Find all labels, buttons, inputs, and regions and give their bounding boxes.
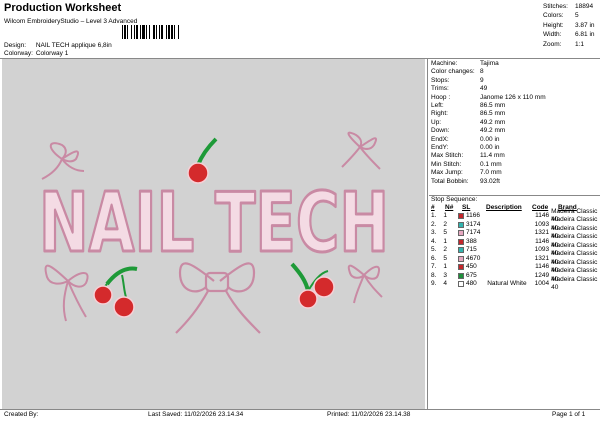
page-title: Production Worksheet (4, 2, 122, 14)
barcode-bar (122, 25, 123, 39)
design-lettering: NAIL TECH (39, 176, 389, 271)
barcode-bar (171, 25, 173, 39)
stat-row: Zoom: 1:1 (543, 40, 585, 48)
property-row: EndY: 0.00 in (431, 144, 500, 152)
bow-center-icon (175, 262, 261, 334)
column-header: SL (462, 204, 471, 211)
bow-top-right-icon (341, 131, 381, 170)
stat-row: Width: 6.81 in (543, 31, 595, 39)
color-swatch (458, 281, 464, 288)
design-label: Design: (4, 42, 27, 49)
barcode-image (122, 25, 179, 39)
last-saved: Last Saved: 11/02/2026 23.14.34 (148, 411, 244, 418)
design-stats: Stitches: 18894 Colors: 5 Height: 3.87 in W… (543, 2, 595, 49)
barcode-bar (153, 25, 155, 39)
property-row: Max Jump: 7.0 mm (431, 169, 502, 177)
property-row: Left: 86.5 mm (431, 102, 506, 110)
property-row: Total Bobbin: 93.02ft (431, 177, 500, 185)
barcode-bar (156, 25, 157, 39)
software-subtitle: Wilcom EmbroideryStudio – Level 3 Advanc… (4, 18, 138, 25)
column-header: N# (445, 204, 454, 211)
bow-top-left-icon (41, 142, 85, 180)
property-row: Min Stitch: 0.1 mm (431, 160, 502, 168)
table-row: 9. 4 480 Natural White 1004 Madeira Classic 4… (431, 275, 598, 292)
barcode-bar (161, 25, 163, 39)
color-swatch (458, 238, 464, 245)
design-value: NAIL TECH applique 6,8in (35, 42, 112, 49)
stop-sequence-table: 1. 1 1166 1146 Madeira Classic 40 2. 2 3174 109… (431, 208, 600, 292)
bow-left-icon (44, 264, 89, 322)
property-row: Max Stitch: 11.4 mm (431, 152, 505, 160)
barcode-bar (140, 25, 141, 39)
property-row: Up: 49.2 mm (431, 118, 506, 126)
colorway-value: Colorway 1 (35, 50, 69, 57)
stat-row: Stitches: 18894 (543, 3, 594, 10)
divider (427, 59, 428, 409)
color-swatch (458, 221, 464, 228)
column-header: Description (486, 204, 522, 211)
barcode-bar (174, 25, 175, 39)
column-header: # (431, 204, 435, 211)
barcode-bar (124, 25, 126, 39)
colorway-label: Colorway: (4, 50, 33, 57)
embroidery-artwork: NAIL TECH (38, 131, 391, 334)
color-swatch (458, 213, 464, 220)
stat-row: Colors: 5 (543, 12, 579, 20)
divider (0, 409, 600, 410)
property-row: EndX: 0.00 in (431, 135, 500, 143)
cherries-left-icon (93, 266, 138, 318)
property-row: Right: 86.5 mm (431, 110, 506, 118)
bow-right-icon (347, 264, 383, 304)
barcode-bar (131, 25, 132, 39)
design-row: Design: NAIL TECH applique 6,8in (4, 42, 112, 49)
barcode-bar (142, 25, 145, 39)
barcode-bar (127, 25, 128, 39)
color-swatch (458, 230, 464, 237)
property-row: Hoop : Janome 126 x 110 mm (431, 93, 546, 101)
barcode-bar (166, 25, 167, 39)
machine-properties: Machine: Tajima Color changes: 8 Stops: 9 T… (431, 60, 546, 186)
barcode-bar (159, 25, 160, 39)
barcode-bar (149, 25, 150, 39)
stat-row: Height: 3.87 in (543, 21, 595, 29)
barcode-bar (136, 25, 138, 39)
barcode-bar (178, 25, 179, 39)
barcode-bar (168, 25, 170, 39)
property-row: Down: 49.2 mm (431, 127, 506, 135)
colorway-row: Colorway: Colorway 1 (4, 50, 68, 57)
barcode-bar (134, 25, 135, 39)
created-by: Created By: (4, 411, 39, 418)
barcode-bar (146, 25, 147, 39)
property-row: Machine: Tajima (431, 60, 499, 67)
color-swatch (458, 247, 464, 254)
property-row: Stops: 9 (431, 76, 484, 84)
design-preview: NAIL TECH (2, 59, 425, 409)
color-swatch (458, 264, 464, 271)
stop-sequence-label: Stop Sequence: (431, 196, 478, 203)
property-row: Color changes: 8 (431, 68, 484, 76)
page-number: Page 1 of 1 (552, 411, 586, 418)
color-swatch (458, 272, 464, 279)
property-row: Trims: 49 (431, 85, 488, 93)
color-swatch (458, 255, 464, 262)
printed-date: Printed: 11/02/2026 23.14.38 (327, 411, 411, 418)
